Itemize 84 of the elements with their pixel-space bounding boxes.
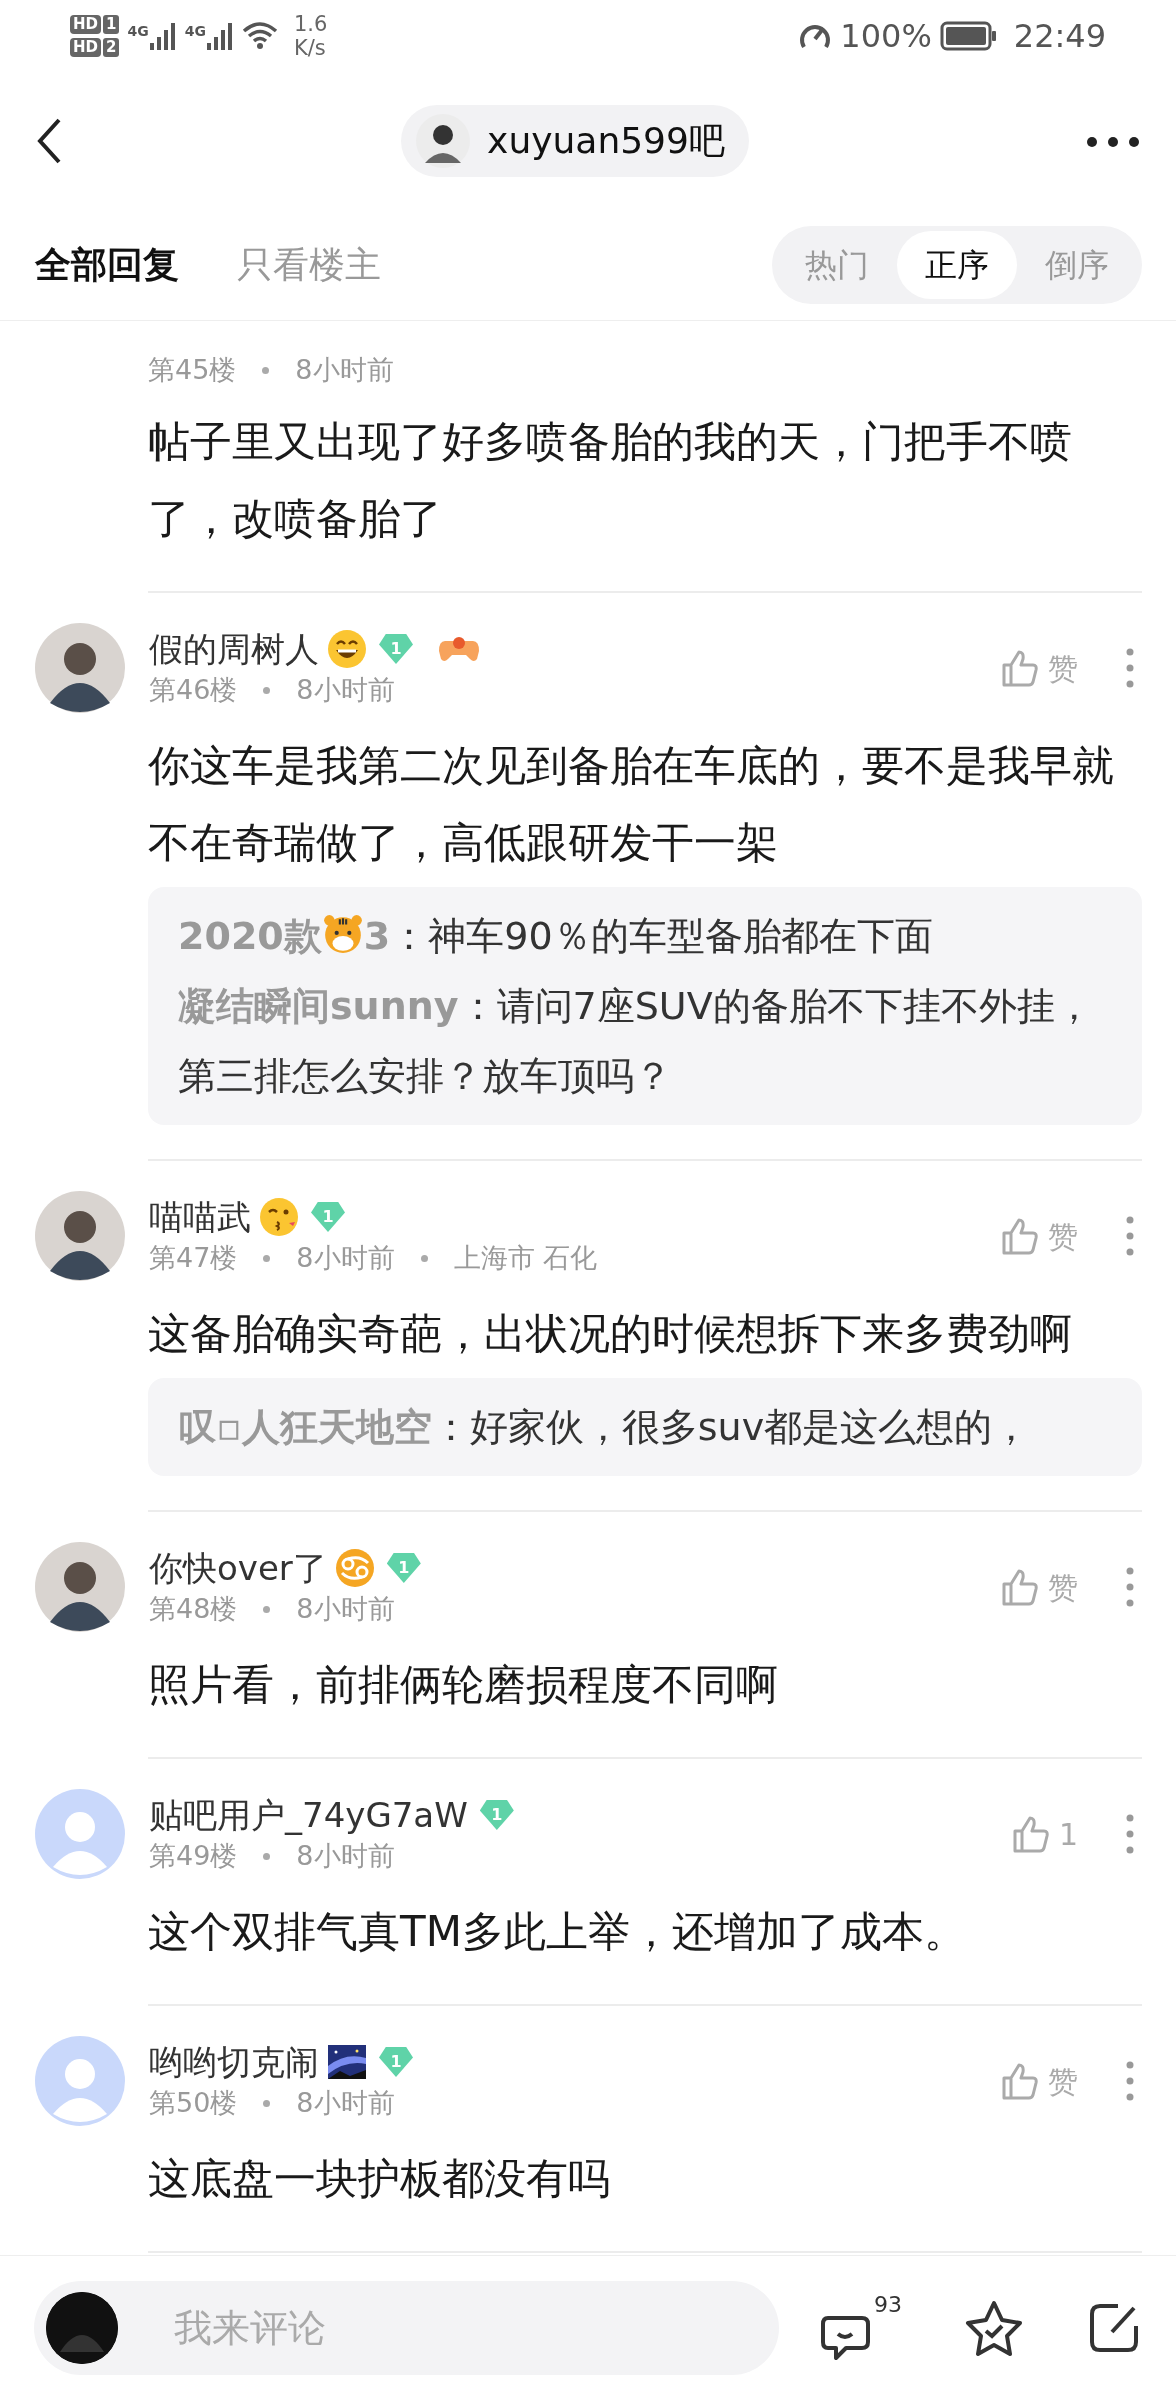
post-text: 这个双排气真TM多此上举，还增加了成本。 [148,1906,967,1958]
battery-icon [939,21,998,51]
separator-dot [263,2099,271,2107]
more-icon [1085,134,1141,149]
forum-name: xuyuan599吧 [487,119,725,163]
post-time: 8小时前 [296,673,395,707]
thumbs-up-icon [1000,2061,1040,2101]
filter-tab[interactable]: 全部回复 [35,238,179,292]
separator-dot [263,1605,271,1613]
floor-number: 第48楼 [149,1592,238,1626]
comment-field[interactable]: 我来评论 [34,2281,779,2375]
user-name[interactable]: 你快over了 [149,1546,327,1590]
post-time: 8小时前 [296,2086,395,2120]
floor-number: 第46楼 [149,673,238,707]
separator-dot [263,1852,271,1860]
post-text: 帖子里又出现了好多喷备胎的我的天，门把手不喷了，改喷备胎了 [148,416,1073,545]
floor-number: 第45楼 [148,353,237,387]
star-icon [964,2299,1024,2357]
like-label: 赞 [1048,2062,1078,2101]
kissing-face-icon [259,1197,299,1237]
sim-label: HD [70,38,101,57]
floor-number: 第47楼 [149,1241,238,1275]
user-name[interactable]: 哟哟切克闹 [149,2040,319,2084]
network-label: 4G [184,22,206,41]
separator-dot [420,1254,428,1262]
level-badge: 1 [386,1553,421,1583]
floor-number: 第50楼 [149,2086,238,2120]
vertical-dots-icon [1126,1567,1134,1607]
separator-dot [262,366,270,374]
post-location: 上海市 石化 [453,1241,598,1275]
vertical-dots-icon [1126,648,1134,688]
post-text: 这备胎确实奇葩，出状况的时候想拆下来多费劲啊 [148,1308,1073,1360]
user-name[interactable]: 贴吧用户_74yG7aW [149,1793,468,1837]
reply-text: ：神车90％的车型备胎都在下面 [390,914,933,958]
sim-label: HD [70,15,101,34]
like-label: 赞 [1048,1568,1078,1607]
post-time: 8小时前 [295,353,394,387]
reply-preview-box[interactable]: 叹▫人狂天地空：好家伙，很多suv都是这么想的， [148,1378,1142,1476]
thumbs-up-icon [1000,648,1040,688]
floor-number: 第49楼 [149,1839,238,1873]
like-label: 1 [1058,1815,1078,1854]
separator-dot [263,1254,271,1262]
vertical-dots-icon [1126,2061,1134,2101]
wifi-icon [241,21,278,51]
post-text: 这底盘一块护板都没有吗 [148,2153,611,2205]
signal-icon [148,21,177,51]
comment-count: 93 [874,2292,902,2318]
night-sky-icon [327,2042,367,2082]
thumbs-up-icon [1000,1216,1040,1256]
tiger-face-icon [321,913,364,955]
zodiac-icon [334,1548,375,1588]
sim-number: 1 [103,15,120,34]
grinning-face-icon [327,629,367,669]
battery-percent: 100% [840,16,932,57]
post-time: 8小时前 [296,1839,395,1873]
user-name[interactable]: 喵喵武 [149,1195,251,1239]
level-badge: 1 [379,634,413,664]
comments-button[interactable]: 93 [820,2292,902,2364]
level-badge: 1 [479,1800,514,1830]
vertical-dots-icon [1126,1216,1134,1256]
post-time: 8小时前 [296,1592,395,1626]
user-name[interactable]: 假的周树人 [149,627,319,671]
speed-value: 1.6 [293,12,328,36]
sort-option[interactable]: 正序 [897,231,1017,299]
thumbs-up-icon [1000,1567,1040,1607]
reply-text: 凝结瞬间sunny：请问7座SUV的备胎不下挂不外挂，第三排怎么安排？放车顶吗？ [178,983,1094,1100]
forum-title-pill[interactable]: xuyuan599吧 [401,105,749,177]
post-text: 照片看，前排俩轮磨损程度不同啊 [148,1659,779,1711]
signal-icon [205,21,234,51]
sim-number: 2 [103,38,120,57]
level-badge: 1 [311,1202,345,1232]
network-label: 4G [127,22,149,41]
post-time: 8小时前 [296,1241,395,1275]
favorite-button[interactable] [964,2299,1024,2357]
reply-text: 叹▫人狂天地空：好家伙，很多suv都是这么想的， [178,1404,1032,1451]
like-label: 赞 [1048,1217,1078,1256]
like-label: 赞 [1048,649,1078,688]
post-text: 你这车是我第二次见到备胎在车底的，要不是我早就不在奇瑞做了，高低跟研发干一架 [148,740,1115,869]
vertical-dots-icon [1126,1814,1134,1854]
separator-dot [263,686,271,694]
clock-time: 22:49 [1013,16,1106,57]
level-badge: 1 [379,2047,413,2077]
forum-avatar-icon [415,113,472,169]
speed-unit: K/s [293,36,327,60]
